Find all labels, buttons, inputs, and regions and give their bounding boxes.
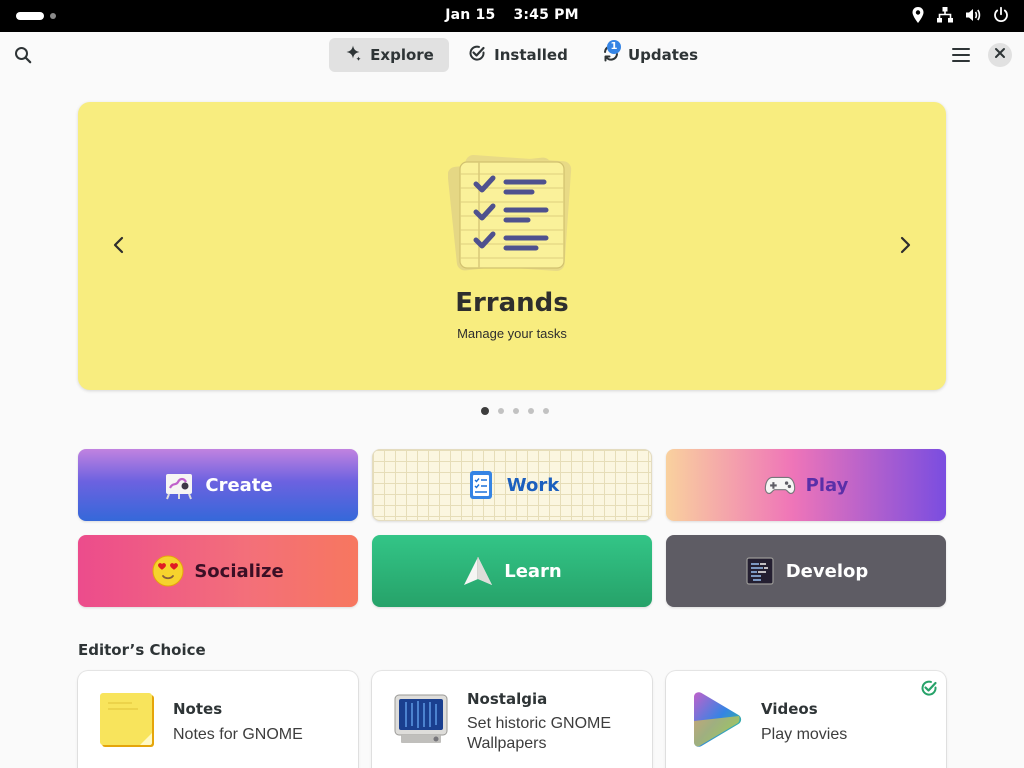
category-work-label: Work bbox=[506, 474, 560, 496]
tab-updates-label: Updates bbox=[627, 46, 699, 64]
category-play-label: Play bbox=[805, 474, 849, 496]
check-circle-icon bbox=[468, 44, 486, 66]
chevron-left-icon bbox=[108, 236, 130, 260]
close-window-button[interactable] bbox=[988, 43, 1012, 67]
carousel-previous-button[interactable] bbox=[108, 234, 130, 256]
category-learn[interactable]: Learn bbox=[372, 535, 652, 607]
tab-updates[interactable]: 1 Updates bbox=[585, 38, 715, 72]
app-card-description: Set historic GNOME Wallpapers bbox=[467, 715, 612, 752]
hamburger-icon bbox=[950, 48, 972, 70]
category-develop[interactable]: Develop bbox=[666, 535, 946, 607]
category-create-label: Create bbox=[205, 474, 273, 496]
editors-choice-heading: Editor’s Choice bbox=[78, 641, 206, 659]
updates-count-badge: 1 bbox=[607, 40, 621, 54]
featured-app-subtitle: Manage your tasks bbox=[457, 326, 567, 341]
header-bar: Explore Installed 1 Updates bbox=[0, 32, 1024, 78]
carousel-dot[interactable] bbox=[498, 408, 504, 414]
carousel-dot[interactable] bbox=[543, 408, 549, 414]
category-work[interactable]: Work bbox=[372, 449, 652, 521]
app-card-description: Play movies bbox=[761, 726, 848, 743]
tab-installed-label: Installed bbox=[494, 46, 568, 64]
category-develop-label: Develop bbox=[785, 560, 869, 582]
terminal-icon bbox=[744, 555, 776, 587]
tab-explore-label: Explore bbox=[370, 46, 434, 64]
app-card-title: Nostalgia bbox=[467, 690, 548, 708]
app-card-nostalgia[interactable]: Nostalgia Set historic GNOME Wallpapers bbox=[372, 671, 652, 768]
location-icon bbox=[910, 6, 926, 24]
app-card-notes[interactable]: Notes Notes for GNOME bbox=[78, 671, 358, 768]
featured-carousel[interactable]: Errands Manage your tasks bbox=[78, 102, 946, 390]
heart-eyes-emoji-icon bbox=[152, 555, 184, 587]
paper-plane-icon bbox=[462, 555, 494, 587]
search-icon bbox=[12, 47, 34, 70]
errands-app-icon bbox=[447, 152, 576, 272]
tab-installed[interactable]: Installed bbox=[455, 38, 581, 72]
chevron-right-icon bbox=[894, 236, 916, 260]
category-play[interactable]: Play bbox=[666, 449, 946, 521]
sparkle-icon bbox=[344, 44, 362, 66]
clock-time: 3:45 PM bbox=[513, 7, 579, 23]
tab-explore[interactable]: Explore bbox=[329, 38, 449, 72]
category-socialize[interactable]: Socialize bbox=[78, 535, 358, 607]
nostalgia-app-icon bbox=[392, 691, 450, 749]
volume-icon bbox=[964, 6, 982, 24]
videos-app-icon bbox=[686, 691, 744, 749]
app-card-videos[interactable]: Videos Play movies bbox=[666, 671, 946, 768]
system-status-area[interactable] bbox=[910, 6, 1010, 24]
carousel-next-button[interactable] bbox=[894, 234, 916, 256]
category-learn-label: Learn bbox=[504, 560, 562, 582]
clipboard-icon bbox=[465, 469, 497, 501]
system-top-bar: Jan 15 3:45 PM bbox=[0, 0, 1024, 32]
carousel-dot[interactable] bbox=[481, 407, 489, 415]
carousel-dot[interactable] bbox=[513, 408, 519, 414]
view-switcher: Explore Installed 1 Updates bbox=[329, 38, 715, 72]
main-menu-button[interactable] bbox=[950, 44, 972, 66]
close-icon bbox=[994, 46, 1006, 64]
carousel-dot[interactable] bbox=[528, 408, 534, 414]
featured-app-title: Errands bbox=[455, 288, 569, 318]
category-create[interactable]: Create bbox=[78, 449, 358, 521]
clock[interactable]: Jan 15 3:45 PM bbox=[0, 7, 1024, 23]
notes-app-icon bbox=[98, 691, 156, 749]
search-button[interactable] bbox=[12, 44, 34, 66]
clock-date: Jan 15 bbox=[445, 7, 496, 23]
installed-check-icon bbox=[920, 679, 938, 697]
network-icon bbox=[936, 6, 954, 24]
category-socialize-label: Socialize bbox=[194, 560, 284, 582]
app-card-title: Notes bbox=[173, 700, 223, 718]
power-icon bbox=[992, 6, 1010, 24]
carousel-page-indicator bbox=[481, 407, 549, 415]
app-card-description: Notes for GNOME bbox=[173, 726, 303, 743]
gamepad-icon bbox=[764, 469, 796, 501]
app-card-title: Videos bbox=[761, 700, 818, 718]
paint-easel-icon bbox=[163, 469, 195, 501]
